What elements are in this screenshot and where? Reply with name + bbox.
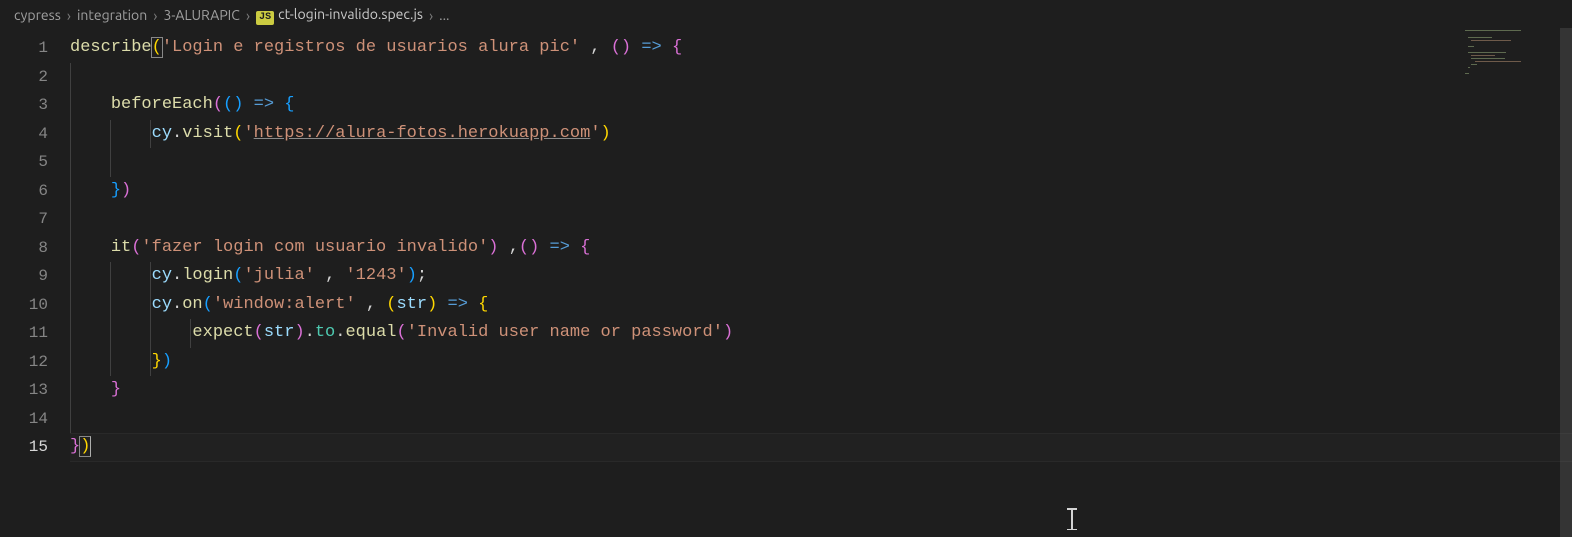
code-line[interactable]: it('fazer login com usuario invalido') ,… (70, 234, 1572, 263)
code-line[interactable] (70, 63, 1572, 92)
breadcrumb-file-name: ct-login-invalido.spec.js (278, 6, 423, 22)
code-line[interactable]: describe('Login e registros de usuarios … (70, 34, 1572, 63)
breadcrumb[interactable]: cypress › integration › 3-ALURAPIC › JS c… (0, 0, 1572, 30)
vertical-scrollbar[interactable] (1560, 28, 1572, 537)
code-line[interactable] (70, 405, 1572, 434)
code-line[interactable]: cy.on('window:alert' , (str) => { (70, 291, 1572, 320)
code-line[interactable]: } (70, 376, 1572, 405)
chevron-right-icon: › (429, 8, 433, 23)
code-line[interactable]: }) (70, 348, 1572, 377)
code-line[interactable]: }) (70, 177, 1572, 206)
breadcrumb-item[interactable]: integration (77, 7, 147, 23)
code-editor[interactable]: 123456789101112131415 describe('Login e … (0, 30, 1572, 537)
code-area[interactable]: describe('Login e registros de usuarios … (70, 30, 1572, 537)
code-line[interactable] (70, 148, 1572, 177)
js-file-icon: JS (256, 11, 274, 25)
code-line[interactable]: beforeEach(() => { (70, 91, 1572, 120)
code-line[interactable]: cy.login('julia' , '1243'); (70, 262, 1572, 291)
breadcrumb-file[interactable]: JS ct-login-invalido.spec.js (256, 6, 423, 25)
code-line[interactable]: expect(str).to.equal('Invalid user name … (70, 319, 1572, 348)
chevron-right-icon: › (246, 8, 250, 23)
code-line[interactable]: cy.visit('https://alura-fotos.herokuapp.… (70, 120, 1572, 149)
chevron-right-icon: › (153, 8, 157, 23)
code-line[interactable] (70, 205, 1572, 234)
breadcrumb-item[interactable]: 3-ALURAPIC (163, 7, 239, 23)
breadcrumb-item[interactable]: cypress (14, 7, 61, 23)
code-line[interactable]: }) (70, 433, 1572, 462)
line-number-gutter: 123456789101112131415 (0, 30, 70, 537)
scrollbar-thumb[interactable] (1560, 28, 1572, 537)
breadcrumb-symbol[interactable]: ... (439, 7, 449, 23)
chevron-right-icon: › (67, 8, 71, 23)
